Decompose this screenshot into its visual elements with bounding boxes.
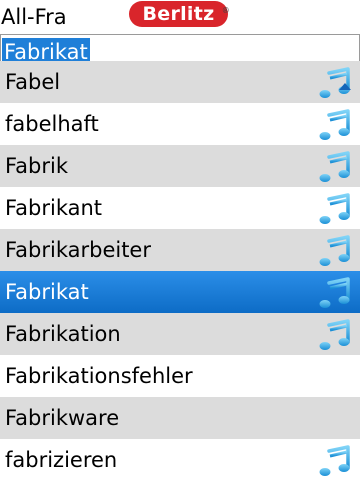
music-note-icon[interactable] <box>318 109 352 141</box>
list-item[interactable]: Fabrik <box>0 145 360 187</box>
header: All-Fra Berlitz ® <box>0 0 360 34</box>
word-list[interactable]: Fabel fabelhaft Fabrik Fabrikant Fabrikarbei… <box>0 61 360 480</box>
music-note-icon[interactable] <box>318 151 352 183</box>
list-item[interactable]: Fabel <box>0 61 360 103</box>
berlitz-logo: Berlitz ® <box>129 1 230 27</box>
music-note-icon[interactable] <box>318 235 352 267</box>
music-note-icon[interactable] <box>318 319 352 351</box>
list-item[interactable]: Fabrikation <box>0 313 360 355</box>
list-item-word: Fabrikation <box>5 322 121 346</box>
list-item[interactable]: fabrizieren <box>0 439 360 480</box>
scroll-up-arrow-icon[interactable] <box>338 63 352 90</box>
list-item-word: fabelhaft <box>5 112 99 136</box>
list-item[interactable]: Fabrikware <box>0 397 360 439</box>
logo-registered-mark: ® <box>221 6 230 15</box>
list-item-word: fabrizieren <box>5 448 118 472</box>
logo-text: Berlitz <box>142 3 215 25</box>
list-item[interactable]: fabelhaft <box>0 103 360 145</box>
list-item-word: Fabrikationsfehler <box>5 364 193 388</box>
list-item-word: Fabrik <box>5 154 68 178</box>
music-note-icon[interactable] <box>318 193 352 225</box>
music-note-icon[interactable] <box>318 277 352 309</box>
list-item-word: Fabel <box>5 70 61 94</box>
list-item-word: Fabrikant <box>5 196 103 220</box>
list-item[interactable]: Fabrikant <box>0 187 360 229</box>
list-item[interactable]: Fabrikat <box>0 271 360 313</box>
list-item[interactable]: Fabrikationsfehler <box>0 355 360 397</box>
list-item-word: Fabrikware <box>5 406 120 430</box>
list-item-word: Fabrikarbeiter <box>5 238 151 262</box>
dictionary-label: All-Fra <box>1 5 67 29</box>
list-item-word: Fabrikat <box>5 280 89 304</box>
music-note-icon[interactable] <box>318 445 352 477</box>
list-item[interactable]: Fabrikarbeiter <box>0 229 360 271</box>
